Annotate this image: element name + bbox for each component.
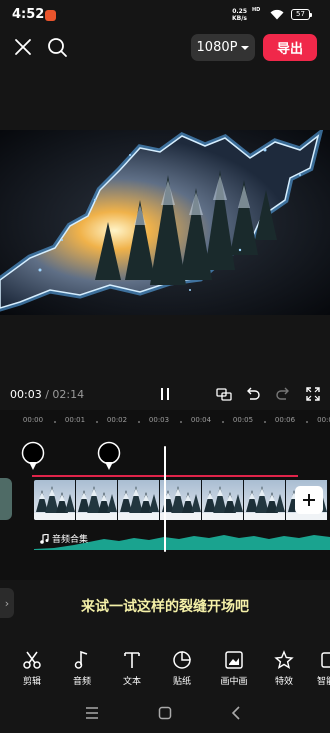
effect-keyframe-marker[interactable] — [21, 441, 45, 471]
time-ruler[interactable]: 00:00 00:01 00:02 00:03 00:04 00:05 00:0… — [0, 414, 330, 426]
pause-icon-bar — [167, 388, 169, 400]
cover-thumbnail[interactable] — [0, 478, 12, 520]
current-time: 00:03 — [10, 388, 42, 401]
tip-text: 来试一试这样的裂缝开场吧 — [81, 599, 249, 615]
playhead[interactable] — [164, 446, 166, 552]
search-icon[interactable] — [46, 36, 68, 58]
tool-label: 文本 — [122, 677, 141, 687]
ruler-label: 00:06 — [274, 416, 296, 424]
tool-sticker[interactable]: 贴纸 — [162, 650, 202, 690]
tool-label: 画中画 — [220, 677, 248, 687]
text-icon — [124, 652, 140, 668]
audio-label: 音频合集 — [40, 532, 88, 545]
network-speed-value: 0.25 — [232, 8, 247, 15]
tool-label: 剪辑 — [22, 677, 41, 687]
ruler-tick — [96, 421, 98, 423]
ruler-label: 00:0 — [317, 416, 330, 424]
resolution-value: 1080P — [196, 40, 238, 55]
ruler-label: 00:01 — [64, 416, 86, 424]
tool-effects[interactable]: 特效 — [264, 650, 304, 690]
tool-label: 智能 — [316, 677, 330, 687]
back-nav-icon[interactable] — [228, 705, 244, 721]
time-display: 00:03 / 02:14 — [10, 388, 84, 401]
battery-icon: 57 — [291, 9, 312, 20]
ruler-tick — [222, 421, 224, 423]
video-preview[interactable] — [0, 130, 330, 315]
network-speed-unit: KB/s — [232, 15, 247, 22]
fullscreen-icon[interactable] — [305, 386, 321, 402]
effect-keyframe-marker[interactable] — [97, 441, 121, 471]
ruler-label: 00:00 — [22, 416, 44, 424]
video-track[interactable] — [34, 480, 330, 520]
undo-icon[interactable] — [245, 386, 261, 402]
tool-edit[interactable]: 剪辑 — [12, 650, 52, 690]
pause-button[interactable] — [157, 386, 173, 402]
notification-app-icon — [45, 10, 56, 21]
ruler-label: 00:02 — [106, 416, 128, 424]
network-speed: 0.25 KB/s — [232, 8, 247, 22]
close-icon[interactable] — [12, 36, 34, 58]
resolution-selector[interactable]: 1080P — [191, 34, 255, 61]
picture-in-picture-icon — [225, 651, 243, 669]
redo-icon[interactable] — [275, 386, 291, 402]
wifi-icon — [270, 9, 284, 20]
sticker-icon — [173, 651, 191, 669]
pause-icon — [161, 388, 163, 400]
plus-icon — [303, 494, 315, 506]
ruler-tick — [138, 421, 140, 423]
effects-star-icon — [274, 650, 294, 669]
keyframe-toggle-icon[interactable] — [216, 386, 232, 402]
tool-smart[interactable]: 智能 — [306, 650, 330, 690]
status-time: 4:52 — [12, 7, 45, 22]
ruler-tick — [306, 421, 308, 423]
status-bar: 4:52 0.25 KB/s HD 57 — [0, 0, 330, 30]
video-thumbnails — [34, 480, 328, 520]
tool-picture-in-picture[interactable]: 画中画 — [214, 650, 254, 690]
scissors-icon — [23, 651, 41, 669]
audio-label-text: 音频合集 — [52, 535, 89, 545]
export-button[interactable]: 导出 — [263, 34, 317, 61]
ruler-tick — [54, 421, 56, 423]
add-clip-button[interactable] — [295, 486, 323, 514]
ruler-tick — [264, 421, 266, 423]
smart-icon — [321, 652, 330, 668]
hd-indicator: HD — [252, 7, 261, 13]
tool-label: 音频 — [72, 677, 91, 687]
music-note-icon — [40, 533, 49, 544]
ruler-label: 00:04 — [190, 416, 212, 424]
total-time: 02:14 — [52, 388, 85, 401]
music-note-icon — [74, 650, 88, 669]
time-separator: / — [41, 388, 53, 401]
tool-label: 贴纸 — [172, 677, 191, 687]
tool-text[interactable]: 文本 — [112, 650, 152, 690]
tool-label: 特效 — [274, 677, 293, 687]
tool-audio[interactable]: 音频 — [62, 650, 102, 690]
home-nav-icon[interactable] — [157, 705, 173, 721]
menu-nav-icon[interactable] — [84, 705, 100, 721]
preview-frame — [0, 130, 330, 315]
ruler-tick — [180, 421, 182, 423]
ruler-label: 00:05 — [232, 416, 254, 424]
caret-down-icon — [241, 45, 250, 50]
ruler-label: 00:03 — [148, 416, 170, 424]
